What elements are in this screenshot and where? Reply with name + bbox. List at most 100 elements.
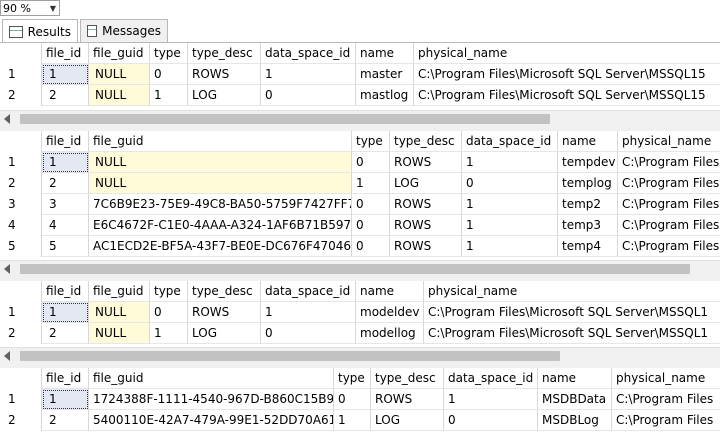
table-cell[interactable]: C:\Program Files\Microsoft SQL Server\MS… xyxy=(424,323,720,344)
row-number[interactable]: 2 xyxy=(0,173,42,194)
table-cell[interactable]: 0 xyxy=(150,64,188,85)
column-header[interactable]: type_desc xyxy=(188,281,261,302)
row-number[interactable]: 2 xyxy=(0,85,42,106)
table-cell[interactable]: 1 xyxy=(462,215,558,236)
tab-results[interactable]: Results xyxy=(2,19,78,43)
table-cell[interactable]: C:\Program Files xyxy=(618,215,720,236)
column-header[interactable]: data_space_id xyxy=(462,131,558,152)
table-cell[interactable]: 7C6B9E23-75E9-49C8-BA50-5759F7427FF7 xyxy=(89,194,352,215)
column-header[interactable]: type_desc xyxy=(188,43,261,64)
table-cell[interactable]: C:\Program Files xyxy=(618,152,720,173)
table-cell[interactable]: modeldev xyxy=(356,302,424,323)
table-cell[interactable]: ROWS xyxy=(371,389,444,410)
table-cell[interactable]: 2 xyxy=(42,410,89,431)
scroll-left-arrow-icon[interactable] xyxy=(4,351,10,361)
row-number[interactable]: 1 xyxy=(0,152,42,173)
table-cell[interactable]: LOG xyxy=(371,410,444,431)
table-cell[interactable]: 0 xyxy=(444,410,538,431)
table-cell[interactable]: MSDBData xyxy=(538,389,612,410)
grid-corner[interactable] xyxy=(0,43,42,64)
chevron-down-icon[interactable]: ▼ xyxy=(47,1,59,15)
column-header[interactable]: file_id xyxy=(42,43,89,64)
table-cell[interactable]: 0 xyxy=(261,85,356,106)
tab-messages[interactable]: Messages xyxy=(80,19,168,42)
column-header[interactable]: physical_name xyxy=(424,281,720,302)
table-row[interactable]: 4 4 E6C4672F-C1E0-4AAA-A324-1AF6B71B5979 0 R… xyxy=(0,215,720,236)
table-row[interactable]: 2 2 NULL 1 LOG 0 templog C:\Program Files xyxy=(0,173,720,194)
table-cell[interactable]: 0 xyxy=(352,194,390,215)
column-header[interactable]: type xyxy=(150,43,188,64)
table-cell[interactable]: 0 xyxy=(150,302,188,323)
column-header[interactable]: type_desc xyxy=(390,131,462,152)
table-cell[interactable]: NULL xyxy=(89,302,150,323)
column-header[interactable]: name xyxy=(558,131,618,152)
column-header[interactable]: physical_name xyxy=(414,43,720,64)
column-header[interactable]: name xyxy=(356,43,414,64)
table-cell[interactable]: temp2 xyxy=(558,194,618,215)
table-row[interactable]: 2 2 NULL 1 LOG 0 mastlog C:\Program Files\Micro… xyxy=(0,85,720,106)
table-cell[interactable]: AC1ECD2E-BF5A-43F7-BE0E-DC676F470469 xyxy=(89,236,352,257)
row-number[interactable]: 1 xyxy=(0,64,42,85)
column-header[interactable]: type_desc xyxy=(371,368,444,389)
table-cell[interactable]: temp4 xyxy=(558,236,618,257)
column-header[interactable]: file_guid xyxy=(89,281,150,302)
table-cell[interactable]: 1 xyxy=(352,173,390,194)
column-header[interactable]: file_id xyxy=(42,368,89,389)
column-header[interactable]: data_space_id xyxy=(261,281,356,302)
table-cell[interactable]: ROWS xyxy=(390,194,462,215)
horizontal-scrollbar[interactable] xyxy=(0,260,720,276)
column-header[interactable]: type xyxy=(352,131,390,152)
table-cell[interactable]: modellog xyxy=(356,323,424,344)
scroll-left-arrow-icon[interactable] xyxy=(4,114,10,124)
table-row[interactable]: 3 3 7C6B9E23-75E9-49C8-BA50-5759F7427FF7 0 R… xyxy=(0,194,720,215)
table-cell[interactable]: ROWS xyxy=(188,302,261,323)
table-cell[interactable]: NULL xyxy=(89,323,150,344)
column-header[interactable]: file_guid xyxy=(89,131,352,152)
table-cell[interactable]: C:\Program Files xyxy=(618,173,720,194)
table-cell[interactable]: 1 xyxy=(444,389,538,410)
column-header[interactable]: file_id xyxy=(42,281,89,302)
table-cell[interactable]: 1 xyxy=(150,85,188,106)
table-cell[interactable]: LOG xyxy=(390,173,462,194)
table-cell[interactable]: C:\Program Files xyxy=(612,410,720,431)
table-cell[interactable]: 1 xyxy=(42,152,89,173)
table-cell[interactable]: NULL xyxy=(89,173,352,194)
table-cell[interactable]: E6C4672F-C1E0-4AAA-A324-1AF6B71B5979 xyxy=(89,215,352,236)
table-cell[interactable]: tempdev xyxy=(558,152,618,173)
table-cell[interactable]: ROWS xyxy=(390,236,462,257)
table-cell[interactable]: C:\Program Files xyxy=(618,194,720,215)
table-cell[interactable]: 1 xyxy=(42,302,89,323)
column-header[interactable]: file_guid xyxy=(89,368,334,389)
row-number[interactable]: 3 xyxy=(0,194,42,215)
table-row[interactable]: 2 2 5400110E-42A7-479A-99E1-52DD70A61... 1 L… xyxy=(0,410,720,431)
row-number[interactable]: 5 xyxy=(0,236,42,257)
table-cell[interactable]: templog xyxy=(558,173,618,194)
table-cell[interactable]: LOG xyxy=(188,85,261,106)
table-cell[interactable]: C:\Program Files xyxy=(618,236,720,257)
table-cell[interactable]: LOG xyxy=(188,323,261,344)
table-cell[interactable]: NULL xyxy=(89,85,150,106)
column-header[interactable]: data_space_id xyxy=(261,43,356,64)
grid-corner[interactable] xyxy=(0,131,42,152)
table-cell[interactable]: ROWS xyxy=(390,215,462,236)
table-cell[interactable]: C:\Program Files xyxy=(612,389,720,410)
column-header[interactable]: file_guid xyxy=(89,43,150,64)
row-number[interactable]: 4 xyxy=(0,215,42,236)
table-row[interactable]: 1 1 NULL 0 ROWS 1 modeldev C:\Program Files\Mic… xyxy=(0,302,720,323)
table-cell[interactable]: mastlog xyxy=(356,85,414,106)
table-cell[interactable]: 1 xyxy=(462,194,558,215)
column-header[interactable]: type xyxy=(334,368,371,389)
table-cell[interactable]: 1 xyxy=(462,152,558,173)
horizontal-scrollbar[interactable] xyxy=(0,347,720,363)
table-cell[interactable]: 0 xyxy=(352,152,390,173)
scroll-left-arrow-icon[interactable] xyxy=(4,264,10,274)
table-cell[interactable]: 1 xyxy=(462,236,558,257)
table-cell[interactable]: 1 xyxy=(42,64,89,85)
zoom-select[interactable]: 90 % ▼ xyxy=(0,0,60,16)
table-cell[interactable]: master xyxy=(356,64,414,85)
table-cell[interactable]: 5 xyxy=(42,236,89,257)
scrollbar-thumb[interactable] xyxy=(20,264,690,274)
table-cell[interactable]: NULL xyxy=(89,152,352,173)
table-cell[interactable]: 2 xyxy=(42,85,89,106)
table-cell[interactable]: 0 xyxy=(261,323,356,344)
